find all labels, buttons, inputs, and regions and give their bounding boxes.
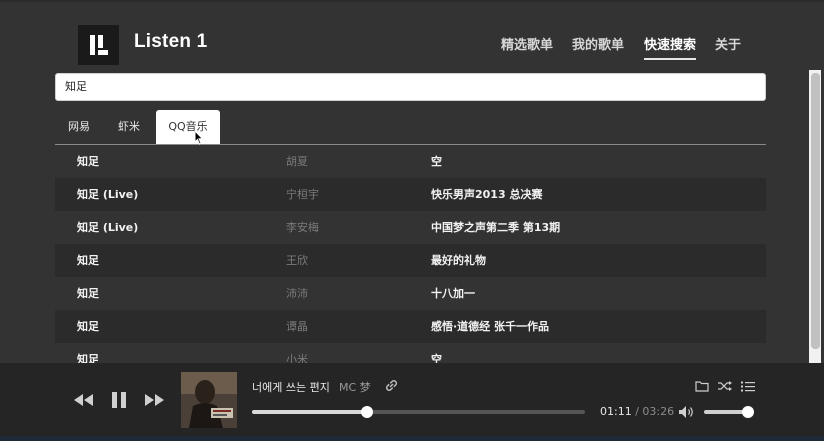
result-row[interactable]: 知足 胡夏 空	[55, 145, 766, 178]
now-playing-title: 너에게 쓰는 편지	[252, 381, 330, 394]
album-cover-image	[181, 372, 237, 428]
volume-knob[interactable]	[742, 406, 754, 418]
result-album[interactable]: 中国梦之声第二季 第13期	[431, 211, 560, 244]
result-album[interactable]: 空	[431, 343, 442, 363]
result-row[interactable]: 知足 沛沛 十八加一	[55, 277, 766, 310]
result-album[interactable]: 十八加一	[431, 277, 475, 310]
result-album[interactable]: 最好的礼物	[431, 244, 486, 277]
result-row[interactable]: 知足 谭晶 感悟·道德经 张千一作品	[55, 310, 766, 343]
result-title: 知足	[77, 155, 99, 168]
progress-fill	[252, 410, 367, 414]
result-row[interactable]: 知足 (Live) 李安梅 中国梦之声第二季 第13期	[55, 211, 766, 244]
tab-qq-music[interactable]: QQ音乐	[156, 110, 220, 144]
nav-featured-playlists[interactable]: 精选歌单	[501, 34, 553, 53]
time-display: 01:11 / 03:26	[600, 405, 674, 418]
current-time: 01:11	[600, 405, 632, 418]
volume-icon[interactable]	[678, 405, 696, 419]
now-playing-artist[interactable]: MC 梦	[339, 379, 371, 395]
tab-netease[interactable]: 网易	[55, 110, 103, 144]
progress-knob[interactable]	[360, 406, 373, 418]
volume-slider[interactable]	[704, 406, 754, 418]
result-row[interactable]: 知足 (Live) 宁桓宇 快乐男声2013 总决赛	[55, 178, 766, 211]
window-border	[0, 0, 824, 2]
result-artist[interactable]: 王欣	[286, 244, 308, 277]
shuffle-icon[interactable]	[717, 380, 733, 392]
source-tabs: 网易 虾米 QQ音乐	[55, 110, 766, 145]
result-title: 知足 (Live)	[77, 188, 139, 201]
search-input[interactable]: 知足	[55, 73, 766, 101]
result-row[interactable]: 知足 王欣 最好的礼物	[55, 244, 766, 277]
tab-xiami[interactable]: 虾米	[105, 110, 153, 144]
result-album[interactable]: 空	[431, 145, 442, 178]
result-artist[interactable]: 李安梅	[286, 211, 319, 244]
nav-my-playlists[interactable]: 我的歌单	[572, 34, 624, 53]
result-title: 知足	[77, 353, 99, 363]
result-artist[interactable]: 谭晶	[286, 310, 308, 343]
search-results-list: 知足 胡夏 空 知足 (Live) 宁桓宇 快乐男声2013 总决赛 知足 (L…	[55, 145, 766, 363]
playlist-icon[interactable]	[740, 380, 756, 392]
result-artist[interactable]: 宁桓宇	[286, 178, 319, 211]
nav-quick-search[interactable]: 快速搜索	[644, 34, 696, 53]
desktop-strip	[0, 436, 824, 441]
result-artist[interactable]: 沛沛	[286, 277, 308, 310]
result-album[interactable]: 快乐男声2013 总决赛	[431, 178, 542, 211]
result-title: 知足	[77, 287, 99, 300]
prev-icon[interactable]	[73, 393, 95, 407]
app-title: Listen 1	[134, 31, 208, 52]
nav-about[interactable]: 关于	[715, 34, 741, 53]
nav-active-underline	[644, 58, 696, 60]
app-window: Listen 1 精选歌单 我的歌单 快速搜索 关于 知足 网易 虾米 QQ音乐…	[0, 0, 824, 441]
result-title: 知足 (Live)	[77, 221, 139, 234]
progress-bar[interactable]	[252, 406, 585, 418]
folder-icon[interactable]	[695, 380, 709, 392]
next-icon[interactable]	[143, 393, 165, 407]
result-album[interactable]: 感悟·道德经 张千一作品	[431, 310, 549, 343]
time-separator: /	[635, 405, 639, 418]
album-cover[interactable]	[181, 372, 237, 428]
listen1-logo-icon[interactable]	[78, 25, 119, 65]
result-row[interactable]: 知足 小米 空	[55, 343, 766, 363]
pause-icon[interactable]	[111, 391, 127, 409]
result-title: 知足	[77, 320, 99, 333]
result-artist[interactable]: 胡夏	[286, 145, 308, 178]
result-title: 知足	[77, 254, 99, 267]
mouse-cursor-icon	[194, 130, 204, 145]
scrollbar-thumb[interactable]	[811, 73, 820, 349]
result-artist[interactable]: 小米	[286, 343, 308, 363]
total-time: 03:26	[642, 405, 675, 418]
link-icon[interactable]	[384, 378, 399, 393]
